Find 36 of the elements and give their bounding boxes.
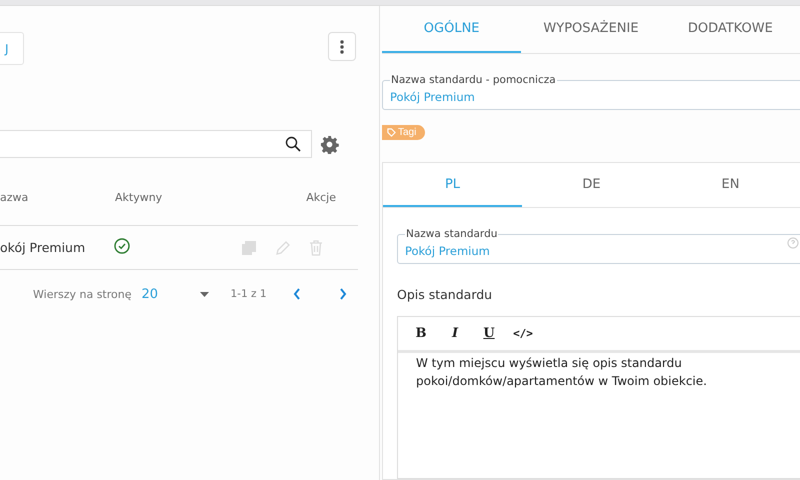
more-button[interactable] (328, 32, 356, 61)
language-tab[interactable]: DE (522, 163, 661, 207)
helper-name-field[interactable]: Pokój Premium (390, 90, 796, 104)
tag-icon (387, 128, 396, 137)
tab[interactable]: OGÓLNE (382, 6, 522, 53)
description-heading: Opis standardu (397, 287, 494, 302)
dropdown-caret-icon[interactable] (200, 292, 208, 296)
tab[interactable]: WYPOSAŻENIE (521, 6, 661, 53)
code-button[interactable]: </> (510, 327, 536, 340)
previous-page-button[interactable] (292, 288, 301, 300)
underline-button[interactable]: U (476, 326, 502, 341)
field-label: Nazwa standardu (405, 228, 498, 240)
settings-icon[interactable] (320, 134, 339, 154)
tab[interactable]: DODATKOWE (660, 6, 800, 53)
next-page-button[interactable] (338, 288, 347, 300)
description-text: W tym miejscu wyświetla się opis standardu pokoi/domków/apartamentów w Twoim obiekcie. (415, 355, 708, 390)
bold-button[interactable]: B (408, 326, 434, 341)
column-header: azwa (0, 191, 28, 204)
kebab-menu-icon[interactable] (340, 38, 344, 54)
column-header: Akcje (306, 191, 336, 204)
search-field[interactable] (0, 130, 312, 158)
rows-per-page-label: Wierszy na stronę (33, 288, 132, 300)
page-range: 1-1 z 1 (230, 288, 267, 300)
language-tab[interactable]: EN (661, 163, 800, 207)
name-field[interactable]: Nazwa standardu Pokój Premium (397, 228, 800, 264)
field-label: Nazwa standardu - pomocnicza (390, 74, 557, 86)
name-field[interactable]: Pokój Premium (405, 244, 796, 258)
helper-name-field[interactable]: Nazwa standardu - pomocnicza Pokój Premium (382, 74, 800, 110)
column-header: Aktywny (115, 191, 162, 204)
rows-per-page-select[interactable]: 20 (142, 286, 188, 302)
add-button[interactable]: J (0, 32, 24, 65)
italic-button[interactable]: I (442, 326, 468, 341)
search-icon[interactable] (285, 136, 301, 152)
rich-text-editor[interactable]: B I U </> W tym miejscu wyświetla się opis standardu pokoi/domków/apartamentów w Twoim obiekcie. (397, 316, 800, 479)
table-cell: okój Premium (0, 240, 86, 255)
language-tab[interactable]: PL (383, 163, 522, 207)
